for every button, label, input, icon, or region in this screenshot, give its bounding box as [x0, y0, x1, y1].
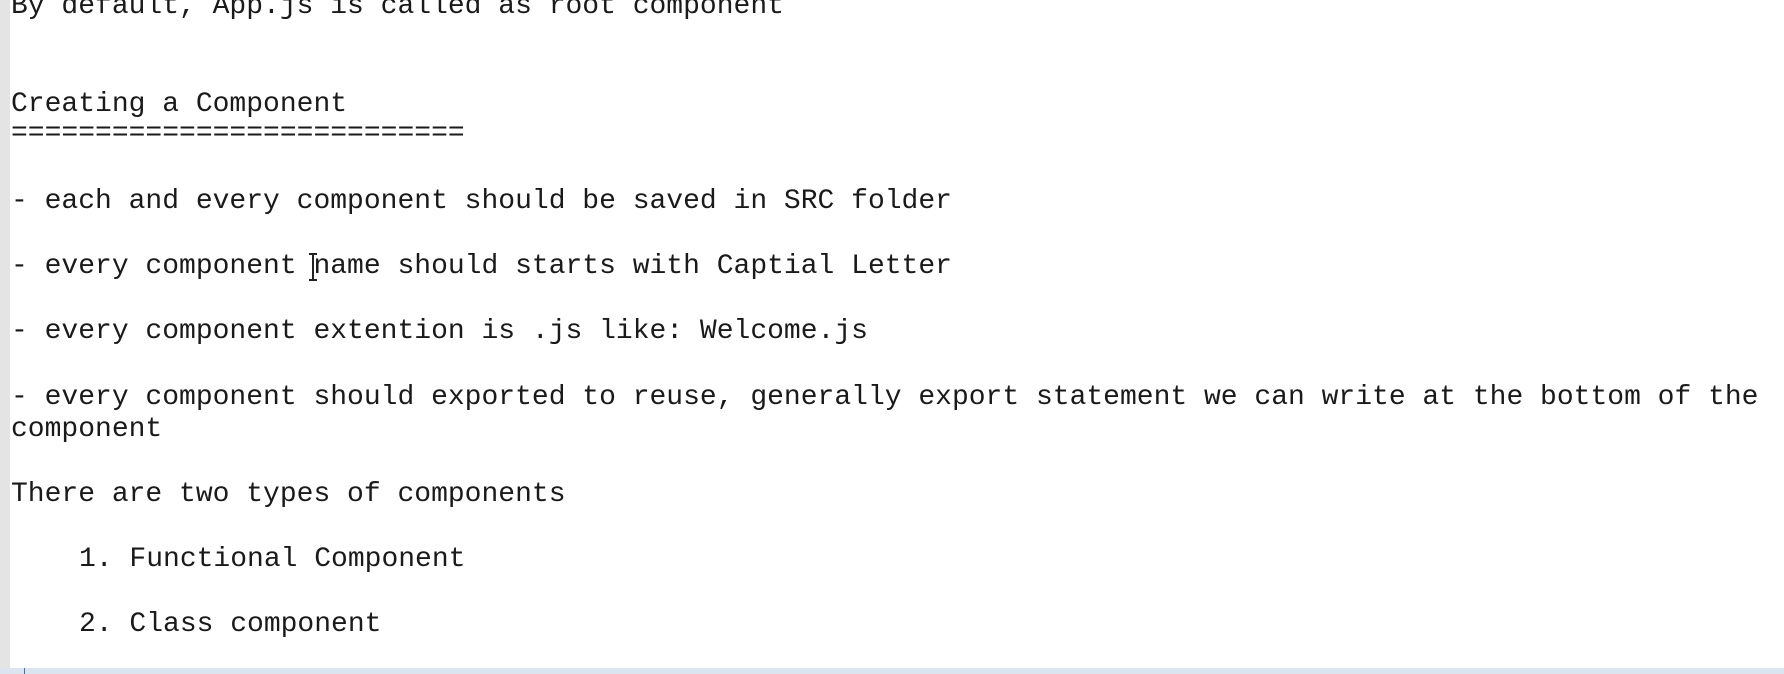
- rule-line-capital-letter: - every component name should starts wit…: [11, 251, 952, 283]
- rule-line-end: name should starts with Captial Letter: [313, 251, 952, 282]
- text-cursor-icon: [309, 253, 317, 281]
- scroll-marker: [24, 668, 25, 674]
- rule-line-start: - every component: [11, 251, 314, 282]
- rule-line-export: - every component should exported to reu…: [11, 382, 1759, 413]
- list-item-class: 2. Class component: [79, 609, 382, 640]
- list-item-functional: 1. Functional Component: [79, 544, 466, 575]
- editor-gutter: [0, 0, 10, 668]
- horizontal-scrollbar[interactable]: [0, 668, 1784, 674]
- text-editor[interactable]: By default, App.js is called as root com…: [0, 0, 1784, 674]
- section-heading: Creating a Component: [11, 89, 348, 120]
- rule-line-src-folder: - each and every component should be sav…: [11, 186, 952, 217]
- heading-underline: ===========================: [11, 118, 465, 149]
- rule-line-extension: - every component extention is .js like:…: [11, 316, 868, 347]
- rule-line-export-wrap: component: [11, 414, 163, 445]
- types-intro-line: There are two types of components: [11, 479, 566, 510]
- text-line-root-component: By default, App.js is called as root com…: [11, 0, 784, 22]
